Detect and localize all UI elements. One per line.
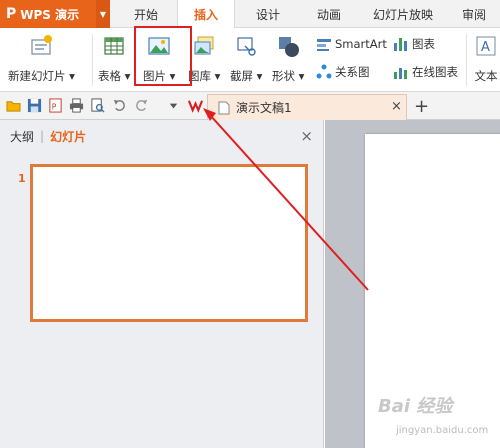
gallery-button[interactable]: 图库 ▾: [188, 34, 220, 84]
textbox-button[interactable]: A 文本: [474, 34, 498, 84]
textbox-icon: A: [476, 36, 496, 56]
chart-label: 图表: [412, 37, 435, 51]
wps-document-logo-icon: [188, 100, 203, 113]
close-document-icon[interactable]: ×: [391, 99, 402, 114]
app-name: WPS 演示: [20, 7, 80, 22]
table-icon: [104, 37, 124, 55]
print-preview-icon[interactable]: [90, 98, 105, 113]
baidu-watermark: Bai 经验: [378, 396, 453, 417]
tab-outline[interactable]: 大纲: [10, 128, 34, 145]
gallery-icon: [194, 36, 214, 55]
tab-review[interactable]: 审阅: [448, 0, 500, 28]
save-icon[interactable]: [27, 98, 42, 113]
app-menu-button[interactable]: P WPS 演示: [0, 0, 96, 28]
slides-pane: 大纲 | 幻灯片 × 1: [0, 120, 324, 448]
smartart-icon: [317, 39, 331, 51]
relation-chart-label: 关系图: [335, 65, 370, 79]
document-tab[interactable]: 演示文稿1: [207, 94, 407, 120]
svg-text:P: P: [52, 102, 57, 111]
online-chart-button[interactable]: 在线图表: [393, 64, 458, 80]
shapes-label: 形状 ▾: [272, 69, 305, 83]
online-chart-icon: [394, 68, 407, 79]
open-folder-icon[interactable]: [6, 98, 21, 113]
tab-animation[interactable]: 动画: [300, 0, 358, 28]
customize-toolbar-chevron-icon[interactable]: [166, 98, 181, 113]
app-dropdown-arrow-icon[interactable]: ▼: [96, 0, 110, 28]
new-document-tab-icon[interactable]: +: [414, 96, 429, 117]
export-pdf-icon[interactable]: P: [48, 98, 63, 113]
document-title: 演示文稿1: [236, 101, 292, 115]
gallery-label: 图库 ▾: [188, 69, 221, 83]
ribbon-divider: [466, 34, 467, 86]
online-chart-label: 在线图表: [412, 65, 458, 79]
tab-slides[interactable]: 幻灯片: [50, 128, 86, 145]
tab-home[interactable]: 开始: [118, 0, 174, 28]
baidu-watermark-url: jingyan.baidu.com: [396, 425, 489, 436]
relation-chart-button[interactable]: 关系图: [316, 64, 370, 80]
menu-tab-bar: P WPS 演示 ▼ 开始 插入 设计 动画 幻灯片放映 审阅: [0, 0, 500, 29]
smartart-button[interactable]: SmartArt: [316, 36, 387, 52]
new-slide-button[interactable]: 新建幻灯片 ▾: [8, 34, 75, 84]
wps-logo-icon: P: [6, 6, 17, 22]
document-icon: [218, 101, 230, 114]
tab-design[interactable]: 设计: [240, 0, 296, 28]
slide-number: 1: [18, 172, 26, 185]
picture-highlight-box: [134, 26, 192, 86]
table-button[interactable]: 表格 ▾: [98, 34, 130, 84]
print-icon[interactable]: [69, 98, 84, 113]
pane-tab-divider: |: [40, 129, 45, 143]
smartart-label: SmartArt: [335, 37, 387, 51]
scissors-icon: [237, 37, 256, 56]
shapes-icon: [279, 37, 300, 57]
screenshot-button[interactable]: 截屏 ▾: [230, 34, 262, 84]
shapes-button[interactable]: 形状 ▾: [272, 34, 304, 84]
new-slide-icon: [31, 35, 53, 55]
ribbon-divider: [92, 34, 93, 86]
redo-icon[interactable]: [134, 98, 149, 113]
tab-slideshow[interactable]: 幻灯片放映: [362, 0, 444, 28]
screenshot-label: 截屏 ▾: [230, 69, 263, 83]
textbox-label: 文本: [474, 69, 498, 83]
undo-icon[interactable]: [112, 98, 127, 113]
insert-ribbon: 新建幻灯片 ▾ 表格 ▾ 图片 ▾ 图库 ▾ 截屏 ▾ 形状 ▾ SmartAr…: [0, 28, 500, 92]
svg-text:A: A: [481, 40, 490, 55]
table-label: 表格 ▾: [98, 69, 131, 83]
bar-chart-icon: [394, 38, 407, 51]
tab-insert[interactable]: 插入: [177, 0, 235, 29]
relation-chart-icon: [316, 64, 332, 79]
slides-pane-header: 大纲 | 幻灯片: [0, 120, 324, 152]
new-slide-label: 新建幻灯片 ▾: [8, 69, 75, 83]
chart-button[interactable]: 图表: [393, 36, 435, 52]
slide-thumbnail[interactable]: [30, 164, 308, 322]
close-pane-icon[interactable]: ×: [300, 127, 313, 145]
